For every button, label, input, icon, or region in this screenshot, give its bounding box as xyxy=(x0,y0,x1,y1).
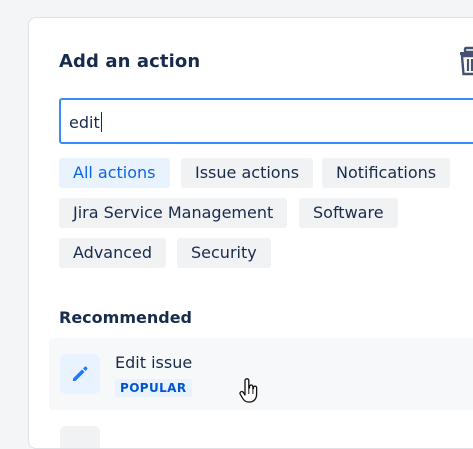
action-item-partial[interactable] xyxy=(49,422,473,448)
search-input[interactable]: edit xyxy=(59,98,473,144)
filter-advanced[interactable]: Advanced xyxy=(59,238,167,268)
filter-jira-service-management[interactable]: Jira Service Management xyxy=(59,198,288,228)
search-input-value: edit xyxy=(69,112,102,132)
add-action-panel: Add an action edit All actions Issue act… xyxy=(28,17,473,449)
text-caret xyxy=(100,112,102,132)
dialog-title: Add an action xyxy=(59,51,201,72)
action-item-icon xyxy=(60,426,100,448)
filter-software[interactable]: Software xyxy=(299,198,398,228)
popular-badge: POPULAR xyxy=(115,379,192,397)
action-item-title: Edit issue xyxy=(115,353,193,372)
recommended-heading: Recommended xyxy=(59,308,192,327)
filter-issue-actions[interactable]: Issue actions xyxy=(181,158,314,188)
hand-pointer-cursor-icon xyxy=(239,378,259,408)
filter-security[interactable]: Security xyxy=(177,238,271,268)
action-item-edit-issue[interactable]: Edit issue POPULAR xyxy=(49,338,473,410)
filter-notifications[interactable]: Notifications xyxy=(322,158,451,188)
pencil-icon xyxy=(60,354,100,394)
filter-all-actions[interactable]: All actions xyxy=(59,158,170,188)
trash-icon[interactable] xyxy=(459,46,473,76)
